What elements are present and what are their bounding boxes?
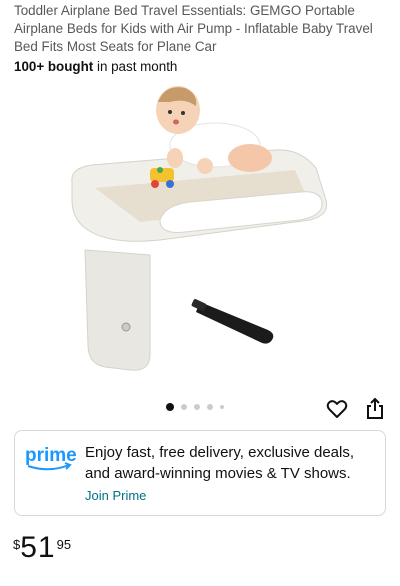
- prime-logo-text: prime: [25, 445, 77, 466]
- image-pagination: [166, 403, 224, 411]
- price: $ 51 95: [13, 532, 71, 564]
- price-whole: 51: [20, 531, 56, 564]
- share-button[interactable]: [364, 397, 386, 421]
- bought-count-number: 100+ bought: [14, 59, 94, 74]
- prime-promo-card: prime Enjoy fast, free delivery, exclusi…: [14, 430, 386, 516]
- pagination-dot-active[interactable]: [166, 403, 174, 411]
- pagination-dot[interactable]: [220, 405, 224, 409]
- price-currency: $: [13, 537, 21, 552]
- wishlist-button[interactable]: [325, 397, 349, 421]
- product-title: Toddler Airplane Bed Travel Essentials: …: [14, 3, 373, 54]
- prime-message: Enjoy fast, free delivery, exclusive dea…: [85, 444, 355, 482]
- heart-icon: [326, 400, 348, 418]
- prime-logo: prime: [25, 445, 77, 471]
- bought-count: 100+ bought in past month: [14, 59, 177, 74]
- pagination-dot[interactable]: [207, 404, 213, 410]
- pagination-dot[interactable]: [181, 404, 187, 410]
- product-image[interactable]: [0, 80, 400, 398]
- share-icon: [367, 397, 383, 419]
- join-prime-link[interactable]: Join Prime: [85, 488, 146, 503]
- pagination-dot[interactable]: [194, 404, 200, 410]
- bought-count-suffix: in past month: [93, 59, 178, 74]
- price-fraction: 95: [56, 537, 72, 552]
